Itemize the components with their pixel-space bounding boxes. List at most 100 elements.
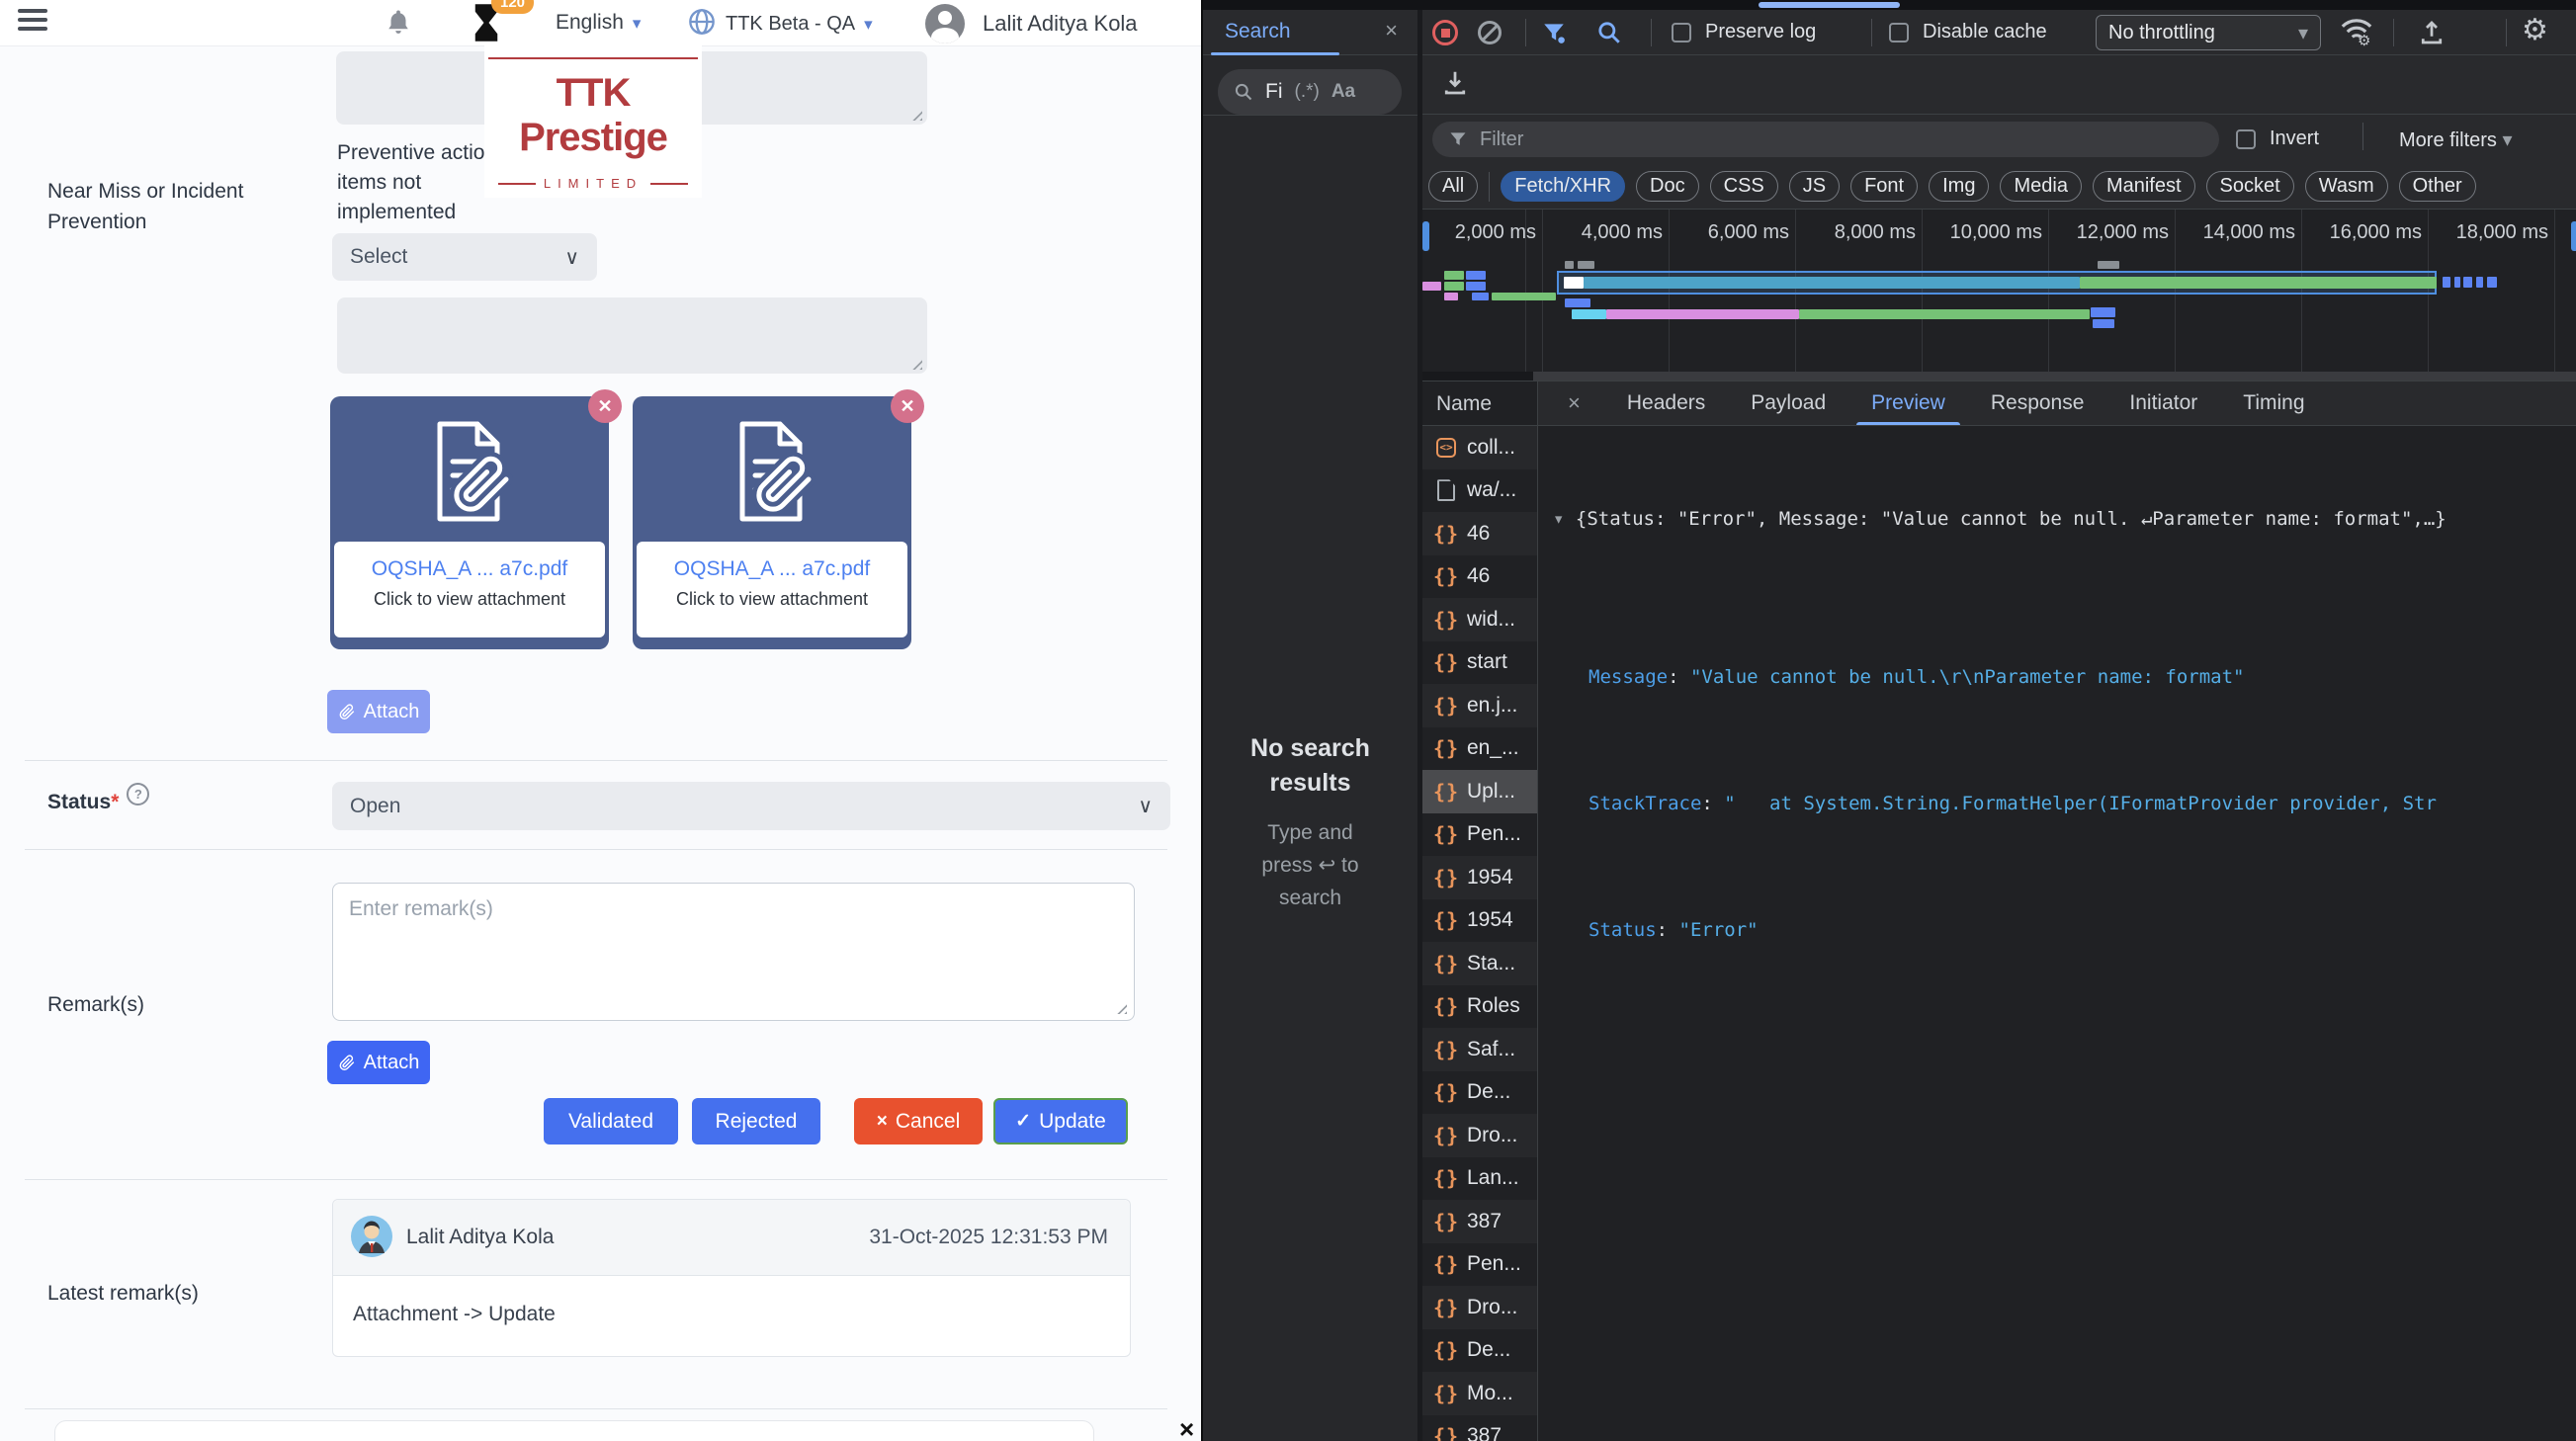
filter-chip[interactable]: Media [2000, 171, 2081, 202]
filter-chip[interactable]: Wasm [2305, 171, 2388, 202]
detail-tab[interactable]: Headers [1604, 381, 1728, 425]
request-row[interactable]: wid... [1422, 598, 1537, 641]
request-row[interactable]: en.j... [1422, 684, 1537, 727]
preview-property[interactable]: StackTrace: " at System.String.FormatHel… [1553, 788, 2576, 819]
request-row[interactable]: 1954 [1422, 856, 1537, 899]
network-search-icon[interactable] [1596, 20, 1622, 45]
network-overview-timeline[interactable]: 2,000 ms4,000 ms6,000 ms8,000 ms10,000 m… [1422, 210, 2576, 381]
help-icon[interactable]: ? [127, 783, 149, 805]
notification-bell-icon[interactable] [384, 5, 413, 41]
import-har-icon[interactable] [2417, 18, 2447, 47]
preventive-detail-textarea[interactable] [337, 297, 927, 374]
match-case-toggle[interactable]: Aa [1331, 81, 1355, 103]
attachment-info[interactable]: OQSHA_A ... a7c.pdf Click to view attach… [334, 542, 605, 637]
tab-search[interactable]: Search [1225, 20, 1291, 43]
request-row[interactable]: Dro... [1422, 1286, 1537, 1329]
attach-button[interactable]: Attach [327, 1041, 430, 1084]
detail-tab[interactable]: Response [1968, 381, 2107, 425]
clear-icon[interactable] [1478, 21, 1502, 44]
close-icon[interactable]: × [1385, 18, 1398, 43]
preview-property[interactable]: Status: "Error" [1553, 914, 2576, 946]
required-asterisk: * [111, 791, 119, 813]
filter-input[interactable]: Filter [1432, 122, 2219, 157]
attachment-card[interactable]: ✕ OQSHA_A ... a7c.pdf Click to view atta… [330, 396, 609, 649]
attachment-card[interactable]: ✕ OQSHA_A ... a7c.pdf Click to view atta… [633, 396, 911, 649]
throttling-select[interactable]: No throttling ▾ [2096, 15, 2321, 50]
filter-chip-all[interactable]: All [1428, 171, 1478, 202]
request-row[interactable]: en_... [1422, 727, 1537, 771]
paperclip-icon [338, 1054, 356, 1071]
document-paperclip-icon [718, 418, 826, 529]
request-row[interactable]: 46 [1422, 512, 1537, 555]
request-row[interactable]: coll... [1422, 426, 1537, 469]
timeline-window-handle-right[interactable] [2571, 221, 2576, 251]
request-row[interactable]: 387 [1422, 1415, 1537, 1441]
filter-chip[interactable]: Font [1850, 171, 1918, 202]
rejected-button[interactable]: Rejected [692, 1098, 820, 1144]
filter-chip[interactable]: Manifest [2093, 171, 2195, 202]
status-select[interactable]: Open ∨ [332, 782, 1170, 830]
request-row[interactable]: Mo... [1422, 1372, 1537, 1415]
request-row[interactable]: start [1422, 641, 1537, 685]
request-row[interactable]: Saf... [1422, 1028, 1537, 1071]
request-row[interactable]: Dro... [1422, 1114, 1537, 1157]
filter-chip[interactable]: CSS [1710, 171, 1778, 202]
filter-chip[interactable]: Fetch/XHR [1501, 171, 1625, 202]
invert-checkbox[interactable] [2236, 129, 2256, 149]
record-stop-icon[interactable] [1432, 20, 1458, 45]
filter-chip[interactable]: Other [2399, 171, 2476, 202]
menu-icon[interactable] [18, 9, 47, 35]
close-icon[interactable]: × [1179, 1414, 1194, 1441]
detail-tab[interactable]: Payload [1728, 381, 1848, 425]
detail-tab[interactable]: Initiator [2106, 381, 2220, 425]
scrollbar-thumb[interactable] [1759, 2, 1900, 8]
request-row[interactable]: Sta... [1422, 942, 1537, 985]
regex-toggle[interactable]: (.*) [1295, 81, 1320, 103]
request-row[interactable]: Lan... [1422, 1157, 1537, 1201]
more-filters-button[interactable]: More filters ▾ [2399, 127, 2513, 152]
network-conditions-icon[interactable]: ⚙ [2340, 18, 2377, 49]
update-button[interactable]: ✓Update [993, 1098, 1128, 1144]
timeline-window-handle-left[interactable] [1422, 221, 1429, 251]
filter-chip[interactable]: Doc [1636, 171, 1699, 202]
detail-tab[interactable]: Preview [1848, 381, 1968, 425]
column-header-name[interactable]: Name [1422, 381, 1538, 426]
filter-chip[interactable]: Img [1929, 171, 1989, 202]
remove-attachment-icon[interactable]: ✕ [891, 389, 924, 423]
request-row[interactable]: De... [1422, 1329, 1537, 1373]
preview-property[interactable]: Message: "Value cannot be null.\r\nParam… [1553, 661, 2576, 693]
request-row[interactable]: 46 [1422, 555, 1537, 599]
preview-summary-line[interactable]: ▾ {Status: "Error", Message: "Value cann… [1553, 503, 2576, 535]
detail-tab[interactable]: Timing [2220, 381, 2327, 425]
resize-handle[interactable] [910, 358, 922, 370]
language-dropdown[interactable]: English▾ [556, 11, 641, 35]
attachment-info[interactable]: OQSHA_A ... a7c.pdf Click to view attach… [637, 542, 907, 637]
resize-handle[interactable] [910, 109, 922, 121]
preserve-log-checkbox[interactable] [1672, 23, 1691, 42]
request-row[interactable]: 387 [1422, 1200, 1537, 1243]
search-input[interactable]: Fi (.*) Aa [1218, 69, 1402, 115]
validated-button[interactable]: Validated [544, 1098, 678, 1144]
remove-attachment-icon[interactable]: ✕ [588, 389, 622, 423]
filter-chip[interactable]: Socket [2206, 171, 2294, 202]
cancel-button[interactable]: ×Cancel [854, 1098, 983, 1144]
settings-gear-icon[interactable]: ⚙ [2522, 13, 2548, 47]
request-row[interactable]: wa/... [1422, 469, 1537, 513]
request-row[interactable]: Upl... [1422, 770, 1537, 813]
timeline-scrollbar[interactable] [1422, 372, 2576, 381]
request-row[interactable]: De... [1422, 1071, 1537, 1115]
request-row[interactable]: Pen... [1422, 813, 1537, 857]
close-icon[interactable]: × [1538, 381, 1604, 425]
download-har-icon[interactable] [1440, 68, 1470, 98]
attach-button-disabled[interactable]: Attach [327, 690, 430, 733]
request-row[interactable]: Pen... [1422, 1243, 1537, 1287]
filter-chip[interactable]: JS [1789, 171, 1840, 202]
environment-dropdown[interactable]: TTK Beta - QA▾ [726, 13, 873, 36]
filter-toggle-icon[interactable] [1541, 20, 1567, 45]
remarks-textarea[interactable] [332, 883, 1135, 1021]
preventive-select[interactable]: Select ∨ [332, 233, 597, 281]
disable-cache-checkbox[interactable] [1889, 23, 1909, 42]
user-avatar[interactable] [925, 4, 965, 43]
request-row[interactable]: Roles [1422, 985, 1537, 1029]
request-row[interactable]: 1954 [1422, 899, 1537, 943]
